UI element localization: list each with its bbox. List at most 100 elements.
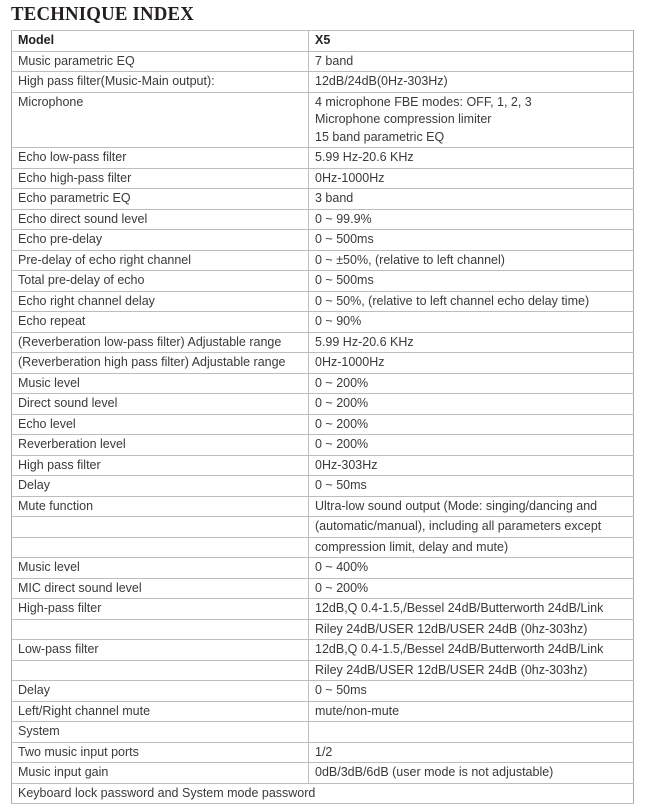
table-cell-value: 5.99 Hz-20.6 KHz (308, 331, 634, 353)
table-cell-value: Riley 24dB/USER 12dB/USER 24dB (0hz-303h… (308, 618, 634, 640)
table-cell-label: Music input gain (11, 762, 309, 784)
table-cell-label: High-pass filter (11, 598, 309, 620)
table-cell-label-empty (11, 618, 309, 640)
table-cell-label-empty (11, 659, 309, 681)
table-cell-value: (automatic/manual), including all parame… (308, 516, 634, 538)
table-row: Left/Right channel mute mute/non-mute (11, 700, 634, 722)
table-cell-label: MIC direct sound level (11, 577, 309, 599)
table-row: (Reverberation low-pass filter) Adjustab… (11, 331, 634, 353)
table-cell-value: 0 ~ 500ms (308, 270, 634, 292)
table-cell-label: Delay (11, 475, 309, 497)
table-cell-label: Pre-delay of echo right channel (11, 249, 309, 271)
table-cell-value: 0 ~ ±50%, (relative to left channel) (308, 249, 634, 271)
table-row: Two music input ports 1/2 (11, 741, 634, 763)
table-row: Riley 24dB/USER 12dB/USER 24dB (0hz-303h… (11, 659, 634, 681)
table-cell-value: 0 ~ 200% (308, 577, 634, 599)
table-row: Echo level 0 ~ 200% (11, 413, 634, 435)
table-row: Echo parametric EQ 3 band (11, 188, 634, 210)
table-row: Music parametric EQ 7 band (11, 50, 634, 72)
table-cell-value: 12dB,Q 0.4-1.5,/Bessel 24dB/Butterworth … (308, 598, 634, 620)
table-cell-value: 0 ~ 99.9% (308, 208, 634, 230)
table-cell-value: 0 ~ 50ms (308, 680, 634, 702)
table-row: Low-pass filter 12dB,Q 0.4-1.5,/Bessel 24… (11, 639, 634, 661)
table-cell-value: 0Hz-303Hz (308, 454, 634, 476)
table-row: Microphone 4 microphone FBE modes: OFF, 1… (11, 91, 634, 148)
table-cell-label: Delay (11, 680, 309, 702)
table-row: Music input gain 0dB/3dB/6dB (user mode i… (11, 762, 634, 784)
table-cell-label: System (11, 721, 309, 743)
table-cell-label: High pass filter(Music-Main output): (11, 71, 309, 93)
table-cell-value: compression limit, delay and mute) (308, 536, 634, 558)
table-row: Direct sound level 0 ~ 200% (11, 393, 634, 415)
table-cell-label: Echo low-pass filter (11, 147, 309, 169)
table-row: Echo low-pass filter 5.99 Hz-20.6 KHz (11, 147, 634, 169)
table-cell-value: Ultra-low sound output (Mode: singing/da… (308, 495, 634, 517)
table-cell-value: 0Hz-1000Hz (308, 167, 634, 189)
table-row: MIC direct sound level 0 ~ 200% (11, 577, 634, 599)
table-row: Total pre-delay of echo 0 ~ 500ms (11, 270, 634, 292)
table-row: High pass filter(Music-Main output): 12dB… (11, 71, 634, 93)
table-cell-label: Model (11, 30, 309, 52)
table-row: Music level 0 ~ 200% (11, 372, 634, 394)
table-row: Riley 24dB/USER 12dB/USER 24dB (0hz-303h… (11, 618, 634, 640)
table-row: High pass filter 0Hz-303Hz (11, 454, 634, 476)
table-row: Keyboard lock password and System mode p… (11, 782, 634, 804)
table-cell-label-empty (11, 516, 309, 538)
table-cell-value: 0 ~ 50%, (relative to left channel echo … (308, 290, 634, 312)
table-cell-label-empty (11, 536, 309, 558)
document-page: TECHNIQUE INDEX Model X5 Music parametric … (0, 2, 646, 804)
table-cell-value: 12dB,Q 0.4-1.5,/Bessel 24dB/Butterworth … (308, 639, 634, 661)
table-cell-value: 0Hz-1000Hz (308, 352, 634, 374)
table-row: Reverberation level 0 ~ 200% (11, 434, 634, 456)
table-cell-value: Riley 24dB/USER 12dB/USER 24dB (0hz-303h… (308, 659, 634, 681)
table-row: compression limit, delay and mute) (11, 536, 634, 558)
table-row: (Reverberation high pass filter) Adjusta… (11, 352, 634, 374)
table-body: Model X5 Music parametric EQ 7 band High pas… (11, 30, 634, 804)
table-row: Echo pre-delay 0 ~ 500ms (11, 229, 634, 251)
table-cell-label: Echo right channel delay (11, 290, 309, 312)
table-row: Echo repeat 0 ~ 90% (11, 311, 634, 333)
table-cell-label: (Reverberation high pass filter) Adjusta… (11, 352, 309, 374)
table-cell-value: 1/2 (308, 741, 634, 763)
table-cell-value: 4 microphone FBE modes: OFF, 1, 2, 3 Mic… (308, 91, 634, 148)
table-cell-label: Direct sound level (11, 393, 309, 415)
table-cell-label: Echo pre-delay (11, 229, 309, 251)
page-title: TECHNIQUE INDEX (11, 3, 195, 25)
table-cell-label: Music level (11, 557, 309, 579)
table-row: Mute function Ultra-low sound output (Mod… (11, 495, 634, 517)
table-cell-label: Echo parametric EQ (11, 188, 309, 210)
table-cell-value: mute/non-mute (308, 700, 634, 722)
table-row: Delay 0 ~ 50ms (11, 475, 634, 497)
table-cell-label: Echo direct sound level (11, 208, 309, 230)
table-cell-value: 12dB/24dB(0Hz-303Hz) (308, 71, 634, 93)
table-cell-label: Mute function (11, 495, 309, 517)
table-cell-value: 0 ~ 200% (308, 434, 634, 456)
table-cell-full-width: Keyboard lock password and System mode p… (11, 782, 634, 804)
table-cell-label: Two music input ports (11, 741, 309, 763)
table-cell-label: Left/Right channel mute (11, 700, 309, 722)
technique-index-table: Model X5 Music parametric EQ 7 band High pas… (11, 30, 634, 804)
table-row: Pre-delay of echo right channel 0 ~ ±50%,… (11, 249, 634, 271)
table-cell-label: (Reverberation low-pass filter) Adjustab… (11, 331, 309, 353)
table-cell-label: Total pre-delay of echo (11, 270, 309, 292)
table-cell-value: 0dB/3dB/6dB (user mode is not adjustable… (308, 762, 634, 784)
table-cell-value: 0 ~ 200% (308, 372, 634, 394)
table-cell-value-empty (308, 721, 634, 743)
table-row: Model X5 (11, 30, 634, 52)
table-cell-value: 0 ~ 500ms (308, 229, 634, 251)
table-row: Echo right channel delay 0 ~ 50%, (relati… (11, 290, 634, 312)
table-row: (automatic/manual), including all parame… (11, 516, 634, 538)
table-cell-value: 3 band (308, 188, 634, 210)
table-row: Echo direct sound level 0 ~ 99.9% (11, 208, 634, 230)
table-cell-label: Echo level (11, 413, 309, 435)
table-cell-value: 0 ~ 400% (308, 557, 634, 579)
table-cell-label: Reverberation level (11, 434, 309, 456)
table-row: Music level 0 ~ 400% (11, 557, 634, 579)
table-cell-value: X5 (308, 30, 634, 52)
table-row: Delay 0 ~ 50ms (11, 680, 634, 702)
table-cell-label: Echo high-pass filter (11, 167, 309, 189)
table-cell-value: 0 ~ 90% (308, 311, 634, 333)
table-cell-value: 0 ~ 200% (308, 393, 634, 415)
table-row: Echo high-pass filter 0Hz-1000Hz (11, 167, 634, 189)
table-cell-label: Music parametric EQ (11, 50, 309, 72)
